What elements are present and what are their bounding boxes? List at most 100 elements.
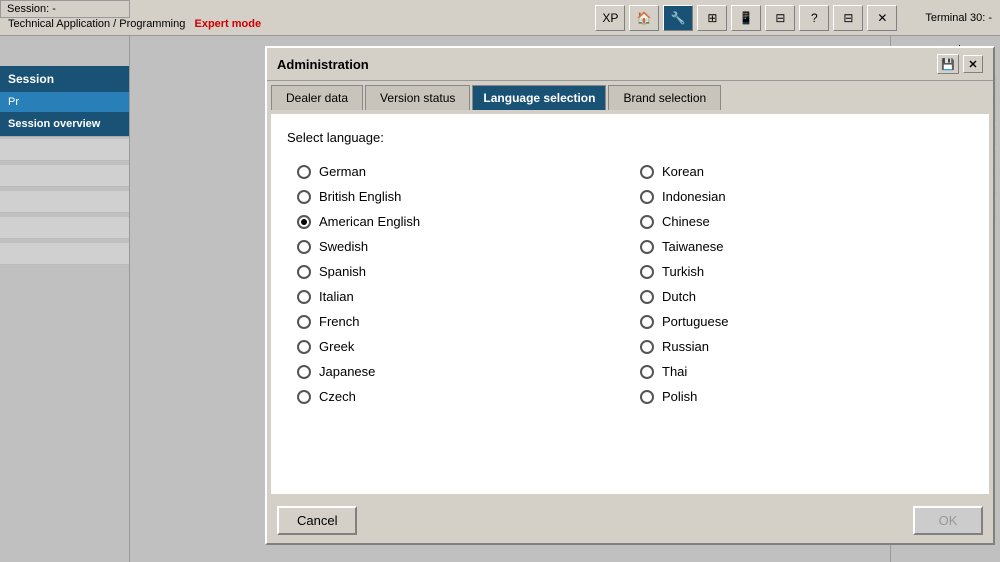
language-label-british-english: British English <box>319 189 401 204</box>
dialog-footer: Cancel OK <box>267 498 993 543</box>
tool-button[interactable]: 🔧 <box>663 5 693 31</box>
radio-greek[interactable] <box>297 340 311 354</box>
language-option-greek[interactable]: Greek <box>287 334 630 359</box>
language-option-indonesian[interactable]: Indonesian <box>630 184 973 209</box>
radio-czech[interactable] <box>297 390 311 404</box>
language-option-french[interactable]: French <box>287 309 630 334</box>
language-option-japanese[interactable]: Japanese <box>287 359 630 384</box>
sidebar-header: Session <box>0 66 129 92</box>
language-label-indonesian: Indonesian <box>662 189 726 204</box>
dialog-save-icon[interactable]: 💾 <box>937 54 959 74</box>
language-option-taiwanese[interactable]: Taiwanese <box>630 234 973 259</box>
language-label-taiwanese: Taiwanese <box>662 239 723 254</box>
radio-dutch[interactable] <box>640 290 654 304</box>
help-button[interactable]: ? <box>799 5 829 31</box>
language-label-polish: Polish <box>662 389 697 404</box>
sidebar-item-session-overview[interactable]: Session overview <box>0 112 129 137</box>
administration-dialog: Administration 💾 ✕ Dealer data Version s… <box>265 46 995 545</box>
language-option-spanish[interactable]: Spanish <box>287 259 630 284</box>
dialog-body: Select language: German British English <box>271 114 989 494</box>
sidebar: Session: - Session Pr Session overview <box>0 36 130 562</box>
language-option-swedish[interactable]: Swedish <box>287 234 630 259</box>
language-label-spanish: Spanish <box>319 264 366 279</box>
language-grid: German British English American English <box>287 159 973 409</box>
xp-button[interactable]: XP <box>595 5 625 31</box>
language-option-british-english[interactable]: British English <box>287 184 630 209</box>
tab-dealer-data[interactable]: Dealer data <box>271 85 363 110</box>
main-layout: Session: - Session Pr Session overview A… <box>0 36 1000 562</box>
language-option-american-english[interactable]: American English <box>287 209 630 234</box>
language-option-chinese[interactable]: Chinese <box>630 209 973 234</box>
app-subtitle-text: Technical Application / Programming <box>8 18 185 30</box>
radio-british-english[interactable] <box>297 190 311 204</box>
language-option-italian[interactable]: Italian <box>287 284 630 309</box>
tab-brand-selection[interactable]: Brand selection <box>608 85 721 110</box>
close-button[interactable]: ✕ <box>867 5 897 31</box>
session-value: - <box>52 3 56 15</box>
cancel-button[interactable]: Cancel <box>277 506 357 535</box>
radio-polish[interactable] <box>640 390 654 404</box>
grid-button[interactable]: ⊞ <box>697 5 727 31</box>
sidebar-row-5 <box>0 243 129 265</box>
dialog-title-bar: Administration 💾 ✕ <box>267 48 993 81</box>
sidebar-row-1 <box>0 139 129 161</box>
language-label-portuguese: Portuguese <box>662 314 729 329</box>
top-toolbar: Integrated Service Technical Application… <box>0 0 1000 36</box>
tabs-row: Dealer data Version status Language sele… <box>267 81 993 110</box>
radio-turkish[interactable] <box>640 265 654 279</box>
session-label: Session: <box>7 3 49 15</box>
language-label-japanese: Japanese <box>319 364 375 379</box>
radio-taiwanese[interactable] <box>640 240 654 254</box>
radio-portuguese[interactable] <box>640 315 654 329</box>
language-option-turkish[interactable]: Turkish <box>630 259 973 284</box>
sidebar-sub: Pr <box>0 92 129 112</box>
content-area: Administration 💾 ✕ Dealer data Version s… <box>130 36 890 562</box>
radio-spanish[interactable] <box>297 265 311 279</box>
language-option-german[interactable]: German <box>287 159 630 184</box>
language-label-chinese: Chinese <box>662 214 710 229</box>
language-option-polish[interactable]: Polish <box>630 384 973 409</box>
expert-mode-label: Expert mode <box>194 18 261 30</box>
language-option-czech[interactable]: Czech <box>287 384 630 409</box>
language-option-thai[interactable]: Thai <box>630 359 973 384</box>
sidebar-row-4 <box>0 217 129 239</box>
tab-language-selection[interactable]: Language selection <box>472 85 606 110</box>
radio-thai[interactable] <box>640 365 654 379</box>
radio-chinese[interactable] <box>640 215 654 229</box>
sidebar-row-2 <box>0 165 129 187</box>
radio-swedish[interactable] <box>297 240 311 254</box>
select-language-label: Select language: <box>287 130 973 145</box>
tab-version-status[interactable]: Version status <box>365 85 470 110</box>
radio-french[interactable] <box>297 315 311 329</box>
language-column-right: Korean Indonesian Chinese <box>630 159 973 409</box>
language-label-thai: Thai <box>662 364 687 379</box>
minus-button[interactable]: ⊟ <box>765 5 795 31</box>
dialog-close-button[interactable]: ✕ <box>963 55 983 73</box>
home-button[interactable]: 🏠 <box>629 5 659 31</box>
radio-american-english[interactable] <box>297 215 311 229</box>
phone-button[interactable]: 📱 <box>731 5 761 31</box>
language-option-dutch[interactable]: Dutch <box>630 284 973 309</box>
language-label-russian: Russian <box>662 339 709 354</box>
radio-japanese[interactable] <box>297 365 311 379</box>
sidebar-row-3 <box>0 191 129 213</box>
language-option-russian[interactable]: Russian <box>630 334 973 359</box>
language-label-german: German <box>319 164 366 179</box>
radio-korean[interactable] <box>640 165 654 179</box>
radio-italian[interactable] <box>297 290 311 304</box>
radio-russian[interactable] <box>640 340 654 354</box>
language-option-portuguese[interactable]: Portuguese <box>630 309 973 334</box>
radio-german[interactable] <box>297 165 311 179</box>
language-label-korean: Korean <box>662 164 704 179</box>
min2-button[interactable]: ⊟ <box>833 5 863 31</box>
ok-button[interactable]: OK <box>913 506 983 535</box>
language-label-american-english: American English <box>319 214 420 229</box>
terminal-label: Terminal 30: - <box>925 12 992 24</box>
language-label-italian: Italian <box>319 289 354 304</box>
session-bar: Session: - <box>0 0 130 18</box>
language-label-french: French <box>319 314 359 329</box>
language-column-left: German British English American English <box>287 159 630 409</box>
language-option-korean[interactable]: Korean <box>630 159 973 184</box>
language-label-swedish: Swedish <box>319 239 368 254</box>
radio-indonesian[interactable] <box>640 190 654 204</box>
